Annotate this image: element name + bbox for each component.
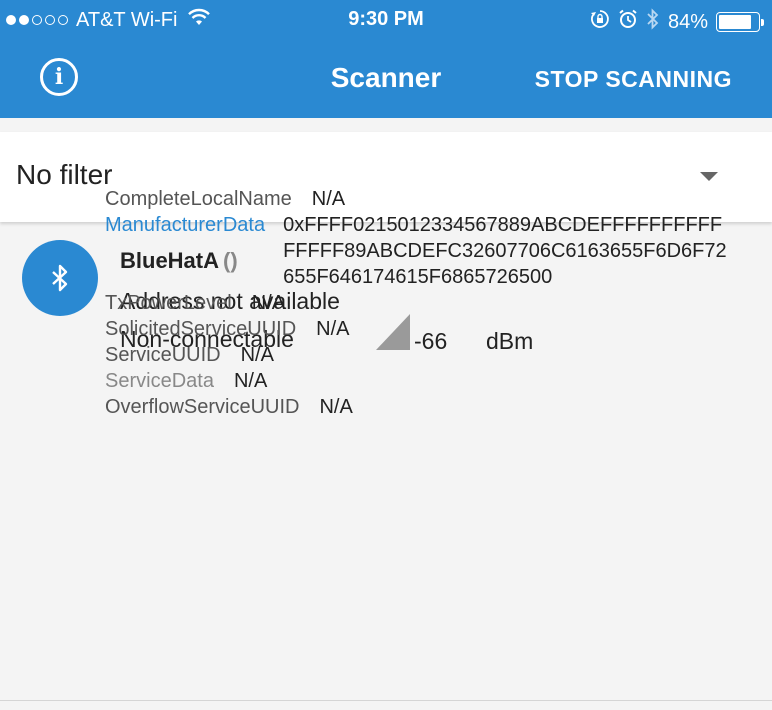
adv-value: N/A bbox=[316, 318, 350, 340]
adv-key: ServiceData bbox=[105, 370, 214, 392]
adv-row: CompleteLocalName N/A bbox=[105, 186, 728, 212]
adv-value: N/A bbox=[240, 344, 274, 366]
adv-row: ManufacturerData 0xFFFF0215012334567889A… bbox=[105, 212, 728, 290]
adv-key: ServiceUUID bbox=[105, 344, 221, 366]
carrier-name: AT&T Wi-Fi bbox=[76, 8, 178, 31]
signal-dot bbox=[45, 15, 55, 25]
bluetooth-icon bbox=[22, 240, 98, 316]
manufacturer-data-value: 0xFFFF0215012334567889ABCDEFFFFFFFFFFFFF… bbox=[283, 214, 727, 288]
wifi-icon bbox=[187, 8, 211, 32]
advertisement-data: CompleteLocalName N/A ManufacturerData 0… bbox=[105, 186, 728, 420]
adv-row: OverflowServiceUUID N/A bbox=[105, 394, 728, 420]
rotation-lock-icon bbox=[590, 9, 610, 35]
manufacturer-data-link[interactable]: ManufacturerData bbox=[105, 212, 265, 290]
signal-dot bbox=[58, 15, 68, 25]
adv-row: ServiceUUID N/A bbox=[105, 342, 728, 368]
battery-fill bbox=[719, 15, 751, 29]
signal-dot bbox=[19, 15, 29, 25]
info-icon[interactable]: i bbox=[40, 58, 78, 96]
adv-key: TxPowerLevel bbox=[105, 292, 232, 314]
status-right: 84% bbox=[590, 8, 764, 36]
status-left: AT&T Wi-Fi bbox=[6, 8, 211, 32]
adv-value: N/A bbox=[311, 188, 346, 210]
filter-selected-value: No filter bbox=[16, 159, 113, 190]
info-glyph: i bbox=[54, 64, 64, 90]
adv-row: SolicitedServiceUUID N/A bbox=[105, 316, 728, 342]
adv-key: OverflowServiceUUID bbox=[105, 396, 300, 418]
battery-icon bbox=[716, 12, 764, 32]
bluetooth-status-icon bbox=[646, 8, 660, 36]
adv-value: N/A bbox=[233, 370, 268, 392]
adv-key: SolicitedServiceUUID bbox=[105, 318, 297, 340]
signal-dot bbox=[6, 15, 16, 25]
chevron-down-icon bbox=[700, 172, 718, 181]
signal-dot bbox=[32, 15, 42, 25]
alarm-icon bbox=[618, 9, 638, 35]
adv-row: TxPowerLevel N/A bbox=[105, 290, 728, 316]
adv-key: CompleteLocalName bbox=[105, 188, 292, 210]
battery-percent: 84% bbox=[667, 10, 708, 33]
stop-scanning-button[interactable]: STOP SCANNING bbox=[535, 66, 732, 93]
app-header: i Scanner STOP SCANNING bbox=[0, 40, 772, 118]
cell-signal-icon bbox=[6, 15, 68, 25]
adv-value: N/A bbox=[319, 396, 353, 418]
status-bar: AT&T Wi-Fi 9:30 PM 84% bbox=[0, 0, 772, 40]
divider bbox=[0, 700, 772, 701]
adv-value: N/A bbox=[251, 292, 286, 314]
adv-row: ServiceData N/A bbox=[105, 368, 728, 394]
